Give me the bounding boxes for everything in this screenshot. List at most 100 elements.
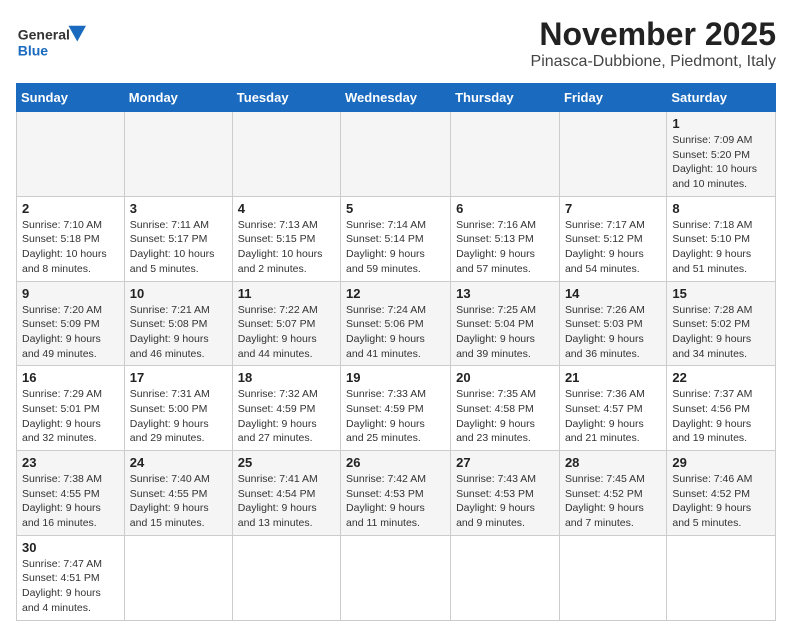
day-info: Sunrise: 7:42 AM Sunset: 4:53 PM Dayligh… — [346, 472, 445, 531]
calendar-cell: 17 Sunrise: 7:31 AM Sunset: 5:00 PM Dayli… — [124, 366, 232, 451]
calendar-cell — [341, 535, 451, 620]
calendar-cell: 29Sunrise: 7:46 AM Sunset: 4:52 PM Dayli… — [667, 451, 776, 536]
day-number: 26 — [346, 455, 445, 470]
day-header-wednesday: Wednesday — [341, 84, 451, 112]
day-number: 10 — [130, 286, 227, 301]
day-header-tuesday: Tuesday — [232, 84, 340, 112]
calendar-cell — [451, 535, 560, 620]
calendar-cell: 22 Sunrise: 7:37 AM Sunset: 4:56 PM Dayli… — [667, 366, 776, 451]
day-info: Sunrise: 7:41 AM Sunset: 4:54 PM Dayligh… — [238, 472, 335, 531]
calendar-cell — [124, 112, 232, 197]
day-info: Sunrise: 7:25 AM Sunset: 5:04 PM Dayligh… — [456, 303, 554, 362]
day-info: Sunrise: 7:33 AM Sunset: 4:59 PM Dayligh… — [346, 387, 445, 446]
day-number: 8 — [672, 201, 770, 216]
day-number: 5 — [346, 201, 445, 216]
calendar-cell: 9Sunrise: 7:20 AM Sunset: 5:09 PM Daylig… — [17, 281, 125, 366]
day-number: 15 — [672, 286, 770, 301]
day-info: Sunrise: 7:24 AM Sunset: 5:06 PM Dayligh… — [346, 303, 445, 362]
day-number: 3 — [130, 201, 227, 216]
day-info: Sunrise: 7:21 AM Sunset: 5:08 PM Dayligh… — [130, 303, 227, 362]
calendar-cell: 19 Sunrise: 7:33 AM Sunset: 4:59 PM Dayli… — [341, 366, 451, 451]
calendar-cell: 24 Sunrise: 7:40 AM Sunset: 4:55 PM Dayli… — [124, 451, 232, 536]
day-info: Sunrise: 7:46 AM Sunset: 4:52 PM Dayligh… — [672, 472, 770, 531]
calendar-cell: 3Sunrise: 7:11 AM Sunset: 5:17 PM Daylig… — [124, 196, 232, 281]
day-info: Sunrise: 7:31 AM Sunset: 5:00 PM Dayligh… — [130, 387, 227, 446]
calendar-cell — [559, 112, 666, 197]
calendar-week-3: 9Sunrise: 7:20 AM Sunset: 5:09 PM Daylig… — [17, 281, 776, 366]
calendar-cell: 4Sunrise: 7:13 AM Sunset: 5:15 PM Daylig… — [232, 196, 340, 281]
day-header-saturday: Saturday — [667, 84, 776, 112]
day-number: 23 — [22, 455, 119, 470]
day-number: 14 — [565, 286, 661, 301]
day-number: 6 — [456, 201, 554, 216]
day-info: Sunrise: 7:26 AM Sunset: 5:03 PM Dayligh… — [565, 303, 661, 362]
calendar-week-2: 2Sunrise: 7:10 AM Sunset: 5:18 PM Daylig… — [17, 196, 776, 281]
calendar-cell: 10 Sunrise: 7:21 AM Sunset: 5:08 PM Dayli… — [124, 281, 232, 366]
calendar-week-4: 16Sunrise: 7:29 AM Sunset: 5:01 PM Dayli… — [17, 366, 776, 451]
day-number: 25 — [238, 455, 335, 470]
calendar-cell: 23 Sunrise: 7:38 AM Sunset: 4:55 PM Dayli… — [17, 451, 125, 536]
calendar-cell: 27 Sunrise: 7:43 AM Sunset: 4:53 PM Dayli… — [451, 451, 560, 536]
day-number: 18 — [238, 370, 335, 385]
day-info: Sunrise: 7:35 AM Sunset: 4:58 PM Dayligh… — [456, 387, 554, 446]
day-number: 1 — [672, 116, 770, 131]
day-info: Sunrise: 7:22 AM Sunset: 5:07 PM Dayligh… — [238, 303, 335, 362]
day-number: 22 — [672, 370, 770, 385]
day-info: Sunrise: 7:29 AM Sunset: 5:01 PM Dayligh… — [22, 387, 119, 446]
day-info: Sunrise: 7:43 AM Sunset: 4:53 PM Dayligh… — [456, 472, 554, 531]
logo-icon: General Blue — [16, 16, 86, 66]
calendar-cell: 18Sunrise: 7:32 AM Sunset: 4:59 PM Dayli… — [232, 366, 340, 451]
day-number: 9 — [22, 286, 119, 301]
title-area: November 2025 Pinasca-Dubbione, Piedmont… — [531, 16, 776, 71]
calendar-cell — [559, 535, 666, 620]
day-info: Sunrise: 7:14 AM Sunset: 5:14 PM Dayligh… — [346, 218, 445, 277]
day-number: 20 — [456, 370, 554, 385]
day-info: Sunrise: 7:45 AM Sunset: 4:52 PM Dayligh… — [565, 472, 661, 531]
calendar-cell: 8Sunrise: 7:18 AM Sunset: 5:10 PM Daylig… — [667, 196, 776, 281]
day-number: 7 — [565, 201, 661, 216]
day-header-monday: Monday — [124, 84, 232, 112]
page-header: General Blue November 2025 Pinasca-Dubbi… — [16, 16, 776, 71]
calendar-cell — [232, 535, 340, 620]
month-title: November 2025 — [531, 16, 776, 53]
calendar-week-6: 30 Sunrise: 7:47 AM Sunset: 4:51 PM Dayli… — [17, 535, 776, 620]
day-number: 27 — [456, 455, 554, 470]
day-info: Sunrise: 7:47 AM Sunset: 4:51 PM Dayligh… — [22, 557, 119, 616]
calendar-cell: 15Sunrise: 7:28 AM Sunset: 5:02 PM Dayli… — [667, 281, 776, 366]
calendar-cell: 25 Sunrise: 7:41 AM Sunset: 4:54 PM Dayli… — [232, 451, 340, 536]
calendar-cell: 2Sunrise: 7:10 AM Sunset: 5:18 PM Daylig… — [17, 196, 125, 281]
calendar-cell: 13 Sunrise: 7:25 AM Sunset: 5:04 PM Dayli… — [451, 281, 560, 366]
calendar-cell — [341, 112, 451, 197]
calendar-cell: 12Sunrise: 7:24 AM Sunset: 5:06 PM Dayli… — [341, 281, 451, 366]
day-number: 24 — [130, 455, 227, 470]
day-info: Sunrise: 7:38 AM Sunset: 4:55 PM Dayligh… — [22, 472, 119, 531]
calendar-cell: 5 Sunrise: 7:14 AM Sunset: 5:14 PM Daylig… — [341, 196, 451, 281]
day-number: 21 — [565, 370, 661, 385]
calendar-week-5: 23 Sunrise: 7:38 AM Sunset: 4:55 PM Dayli… — [17, 451, 776, 536]
day-info: Sunrise: 7:17 AM Sunset: 5:12 PM Dayligh… — [565, 218, 661, 277]
calendar-cell: 28 Sunrise: 7:45 AM Sunset: 4:52 PM Dayli… — [559, 451, 666, 536]
day-number: 30 — [22, 540, 119, 555]
day-number: 13 — [456, 286, 554, 301]
day-info: Sunrise: 7:37 AM Sunset: 4:56 PM Dayligh… — [672, 387, 770, 446]
day-headers-row: SundayMondayTuesdayWednesdayThursdayFrid… — [17, 84, 776, 112]
calendar-cell — [232, 112, 340, 197]
day-header-sunday: Sunday — [17, 84, 125, 112]
calendar-cell: 30 Sunrise: 7:47 AM Sunset: 4:51 PM Dayli… — [17, 535, 125, 620]
svg-text:Blue: Blue — [18, 42, 49, 58]
day-info: Sunrise: 7:16 AM Sunset: 5:13 PM Dayligh… — [456, 218, 554, 277]
calendar-cell — [451, 112, 560, 197]
day-info: Sunrise: 7:40 AM Sunset: 4:55 PM Dayligh… — [130, 472, 227, 531]
calendar-week-1: 1 Sunrise: 7:09 AM Sunset: 5:20 PM Daylig… — [17, 112, 776, 197]
calendar-cell: 20 Sunrise: 7:35 AM Sunset: 4:58 PM Dayli… — [451, 366, 560, 451]
location-title: Pinasca-Dubbione, Piedmont, Italy — [531, 53, 776, 71]
day-number: 28 — [565, 455, 661, 470]
calendar-cell: 26 Sunrise: 7:42 AM Sunset: 4:53 PM Dayli… — [341, 451, 451, 536]
calendar-cell: 6 Sunrise: 7:16 AM Sunset: 5:13 PM Daylig… — [451, 196, 560, 281]
day-number: 17 — [130, 370, 227, 385]
svg-text:General: General — [18, 27, 70, 43]
day-info: Sunrise: 7:09 AM Sunset: 5:20 PM Dayligh… — [672, 133, 770, 192]
day-header-friday: Friday — [559, 84, 666, 112]
day-header-thursday: Thursday — [451, 84, 560, 112]
day-number: 19 — [346, 370, 445, 385]
